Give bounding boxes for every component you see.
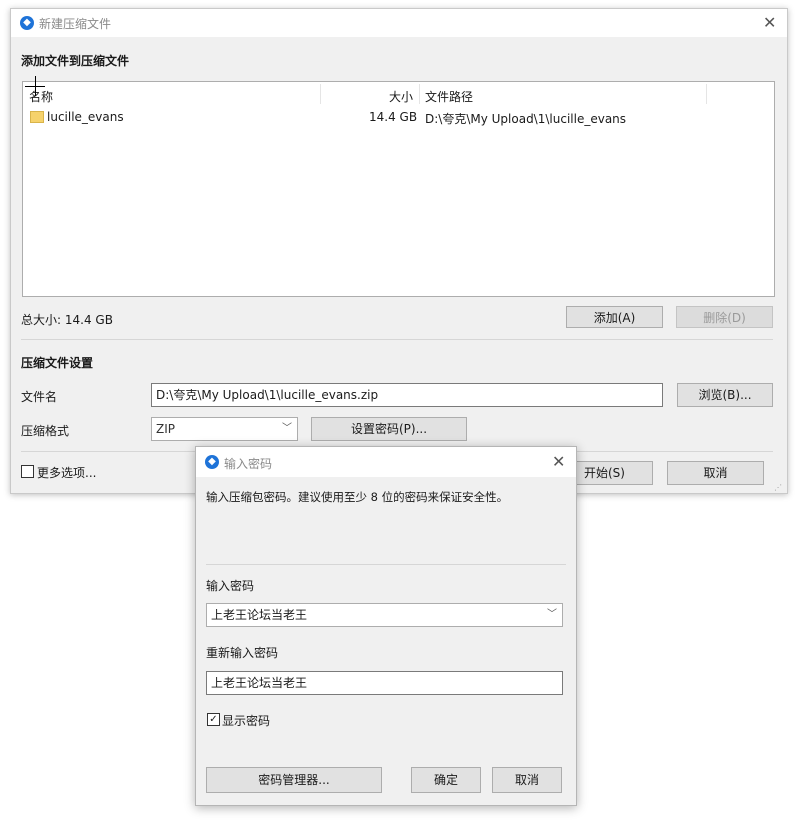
dialog-title: 输入密码 [224, 457, 273, 471]
total-size-label: 总大小: 14.4 GB [21, 313, 113, 327]
set-password-button[interactable]: 设置密码(P)... [311, 417, 467, 441]
app-logo-icon: ◆ [205, 455, 219, 469]
cancel-button[interactable]: 取消 [667, 461, 764, 485]
browse-button[interactable]: 浏览(B)... [677, 383, 773, 407]
file-size-cell: 14.4 GB [369, 110, 418, 124]
chevron-down-icon[interactable]: ﹀ [547, 604, 557, 626]
crosshair-cursor-icon [35, 76, 36, 96]
add-button[interactable]: 添加(A) [566, 306, 663, 328]
checkmark-icon: ✓ [209, 714, 218, 725]
reenter-password-label: 重新输入密码 [206, 646, 279, 660]
password-manager-button[interactable]: 密码管理器... [206, 767, 382, 793]
password-label: 输入密码 [206, 579, 255, 593]
folder-icon [30, 111, 44, 123]
column-separator[interactable] [419, 84, 420, 104]
reenter-password-input[interactable]: 上老王论坛当老王 [206, 671, 563, 695]
show-password-label[interactable]: 显示密码 [222, 712, 270, 729]
ok-button[interactable]: 确定 [411, 767, 481, 793]
column-separator[interactable] [706, 84, 707, 104]
file-name-cell: lucille_evans [47, 110, 124, 124]
dialog-cancel-button[interactable]: 取消 [492, 767, 562, 793]
window-title: 新建压缩文件 [39, 17, 112, 31]
column-header-name[interactable]: 名称 [29, 88, 53, 105]
show-password-checkbox[interactable]: ✓ [207, 713, 220, 726]
password-input[interactable]: 上老王论坛当老王 ﹀ [206, 603, 563, 627]
new-archive-window: ◆ 新建压缩文件 ✕ 添加文件到压缩文件 名称 大小 文件路径 lucille_… [10, 8, 788, 494]
table-row[interactable]: lucille_evans 14.4 GB D:\夸克\My Upload\1\… [23, 106, 774, 128]
divider [206, 564, 566, 565]
settings-section-title: 压缩文件设置 [21, 356, 94, 370]
delete-button[interactable]: 删除(D) [676, 306, 773, 328]
more-options-checkbox[interactable] [21, 465, 34, 478]
dialog-description: 输入压缩包密码。建议使用至少 8 位的密码来保证安全性。 [206, 490, 509, 504]
column-header-path[interactable]: 文件路径 [425, 88, 473, 105]
column-header-size[interactable]: 大小 [389, 88, 413, 105]
close-icon[interactable]: ✕ [552, 454, 565, 470]
format-select[interactable]: ZIP ﹀ [151, 417, 298, 441]
password-value: 上老王论坛当老王 [211, 608, 308, 622]
dialog-title-bar: ◆ 输入密码 ✕ [196, 447, 576, 477]
file-list[interactable]: 名称 大小 文件路径 lucille_evans 14.4 GB D:\夸克\M… [22, 81, 775, 297]
close-icon[interactable]: ✕ [763, 15, 776, 31]
password-dialog: ◆ 输入密码 ✕ 输入压缩包密码。建议使用至少 8 位的密码来保证安全性。 输入… [195, 446, 577, 806]
chevron-down-icon: ﹀ [282, 423, 292, 434]
format-label: 压缩格式 [21, 424, 70, 438]
files-section-title: 添加文件到压缩文件 [21, 54, 130, 68]
filename-label: 文件名 [21, 390, 58, 404]
title-bar: ◆ 新建压缩文件 ✕ [11, 9, 787, 37]
app-logo-icon: ◆ [20, 16, 34, 30]
column-separator[interactable] [320, 84, 321, 104]
format-value: ZIP [156, 422, 175, 436]
filename-input[interactable]: D:\夸克\My Upload\1\lucille_evans.zip [151, 383, 663, 407]
file-path-cell: D:\夸克\My Upload\1\lucille_evans [425, 112, 627, 126]
more-options-label[interactable]: 更多选项... [37, 464, 96, 481]
resize-grip-icon[interactable]: ⋰ [774, 483, 782, 492]
divider [21, 339, 773, 340]
